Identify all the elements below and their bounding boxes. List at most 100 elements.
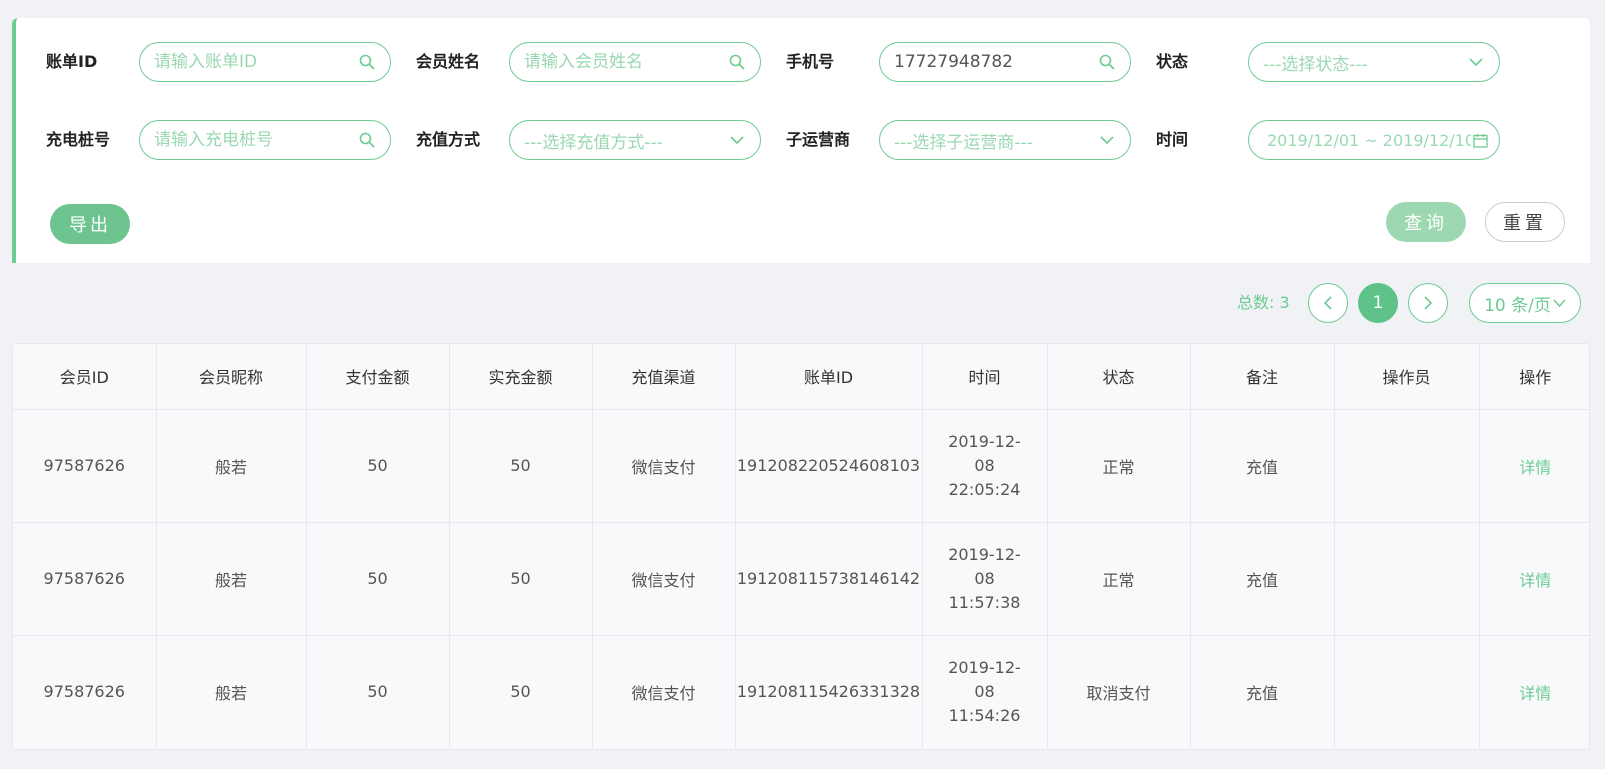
recharge-method-label: 充值方式 — [416, 130, 481, 149]
total-count-label: 总数: — [1237, 293, 1275, 312]
cell-member-id: 97587626 — [13, 409, 157, 522]
bill-id-label: 账单ID — [46, 52, 98, 71]
details-link[interactable]: 详情 — [1519, 458, 1551, 477]
cell-actual-amount: 50 — [449, 522, 593, 635]
sub-operator-select[interactable]: ---选择子运营商--- — [879, 120, 1131, 160]
col-header-operator: 操作员 — [1334, 344, 1480, 410]
cell-remark: 充值 — [1190, 635, 1335, 748]
bill-id-field[interactable] — [139, 42, 391, 82]
next-page-button[interactable] — [1408, 283, 1448, 323]
cell-time-day: 08 — [974, 455, 995, 475]
member-name-field[interactable] — [509, 42, 761, 82]
details-link[interactable]: 详情 — [1519, 571, 1551, 590]
chevron-down-icon — [1553, 298, 1566, 307]
chevron-right-icon — [1424, 296, 1433, 310]
cell-time-day: 08 — [974, 568, 995, 588]
cell-pay-amount: 50 — [306, 409, 450, 522]
query-button[interactable]: 查询 — [1386, 202, 1466, 242]
col-header-action: 操作 — [1479, 344, 1589, 410]
chevron-down-icon[interactable] — [1467, 53, 1485, 71]
chevron-down-icon[interactable] — [1098, 131, 1116, 149]
cell-member-id: 97587626 — [13, 522, 157, 635]
details-link[interactable]: 详情 — [1519, 684, 1551, 703]
cell-time-day: 08 — [974, 681, 995, 701]
cell-remark: 充值 — [1190, 409, 1335, 522]
status-select[interactable]: ---选择状态--- — [1248, 42, 1500, 82]
cell-channel: 微信支付 — [592, 635, 736, 748]
recharge-method-select[interactable]: ---选择充值方式--- — [509, 120, 761, 160]
cell-time: 2019-12- 08 11:54:26 — [922, 635, 1048, 748]
phone-field[interactable] — [879, 42, 1131, 82]
pile-number-input[interactable] — [154, 130, 358, 150]
table-row: 97587626 般若 50 50 微信支付 19120811573814614… — [13, 522, 1589, 635]
bill-id-input[interactable] — [154, 52, 358, 72]
page-size-select[interactable]: 10 条/页 — [1469, 283, 1581, 323]
search-icon[interactable] — [358, 53, 376, 71]
cell-nickname: 般若 — [156, 635, 307, 748]
sub-operator-placeholder: ---选择子运营商--- — [894, 132, 1033, 153]
search-icon[interactable] — [358, 131, 376, 149]
total-count: 总数: 3 — [1237, 293, 1290, 313]
member-name-input[interactable] — [524, 52, 728, 72]
cell-time-clock: 22:05:24 — [948, 479, 1021, 499]
member-name-label: 会员姓名 — [416, 52, 481, 71]
page-1-button[interactable]: 1 — [1358, 283, 1398, 323]
col-header-member-id: 会员ID — [13, 344, 157, 410]
cell-status: 取消支付 — [1047, 635, 1191, 748]
status-label: 状态 — [1156, 52, 1189, 71]
cell-time-date: 2019-12- — [948, 431, 1021, 451]
cell-time-date: 2019-12- — [948, 544, 1021, 564]
cell-bill-id: 191208115426331328 — [735, 635, 923, 748]
calendar-icon[interactable] — [1471, 131, 1489, 149]
col-header-pay-amount: 支付金额 — [306, 344, 450, 410]
cell-channel: 微信支付 — [592, 409, 736, 522]
total-count-value: 3 — [1279, 293, 1290, 312]
table-row: 97587626 般若 50 50 微信支付 19120811542633132… — [13, 635, 1589, 748]
cell-remark: 充值 — [1190, 522, 1335, 635]
filter-panel: 账单ID 会员姓名 手机号 状态 ---选择状态--- 充电桩号 充值方式 — [12, 18, 1590, 263]
cell-time-clock: 11:54:26 — [948, 705, 1021, 725]
pile-number-label: 充电桩号 — [46, 130, 111, 149]
phone-input[interactable] — [894, 52, 1098, 72]
pile-number-field[interactable] — [139, 120, 391, 160]
phone-label: 手机号 — [786, 52, 835, 71]
table-header-row: 会员ID 会员昵称 支付金额 实充金额 充值渠道 账单ID 时间 状态 备注 操… — [13, 344, 1589, 410]
export-button[interactable]: 导出 — [50, 204, 130, 244]
reset-button[interactable]: 重置 — [1485, 202, 1565, 242]
cell-time-clock: 11:57:38 — [948, 592, 1021, 612]
prev-page-button[interactable] — [1308, 283, 1348, 323]
cell-actual-amount: 50 — [449, 635, 593, 748]
date-range-picker[interactable]: 2019/12/01 ~ 2019/12/10 — [1248, 120, 1500, 160]
chevron-left-icon — [1323, 296, 1332, 310]
col-header-bill-id: 账单ID — [735, 344, 923, 410]
cell-status: 正常 — [1047, 409, 1191, 522]
cell-pay-amount: 50 — [306, 635, 450, 748]
cell-action: 详情 — [1479, 522, 1589, 635]
cell-action: 详情 — [1479, 409, 1589, 522]
col-header-status: 状态 — [1047, 344, 1191, 410]
records-table: 会员ID 会员昵称 支付金额 实充金额 充值渠道 账单ID 时间 状态 备注 操… — [12, 343, 1590, 750]
page-size-value: 10 条/页 — [1484, 295, 1551, 316]
status-select-placeholder: ---选择状态--- — [1263, 54, 1368, 75]
recharge-method-placeholder: ---选择充值方式--- — [524, 132, 663, 153]
cell-time: 2019-12- 08 11:57:38 — [922, 522, 1048, 635]
cell-action: 详情 — [1479, 635, 1589, 748]
col-header-nickname: 会员昵称 — [156, 344, 307, 410]
col-header-remark: 备注 — [1190, 344, 1335, 410]
chevron-down-icon[interactable] — [728, 131, 746, 149]
cell-time-date: 2019-12- — [948, 657, 1021, 677]
col-header-actual-amount: 实充金额 — [449, 344, 593, 410]
cell-operator — [1334, 635, 1480, 748]
cell-pay-amount: 50 — [306, 522, 450, 635]
col-header-time: 时间 — [922, 344, 1048, 410]
col-header-channel: 充值渠道 — [592, 344, 736, 410]
cell-bill-id: 191208220524608103 — [735, 409, 923, 522]
cell-nickname: 般若 — [156, 522, 307, 635]
search-icon[interactable] — [728, 53, 746, 71]
cell-status: 正常 — [1047, 522, 1191, 635]
cell-operator — [1334, 409, 1480, 522]
cell-time: 2019-12- 08 22:05:24 — [922, 409, 1048, 522]
cell-nickname: 般若 — [156, 409, 307, 522]
time-label: 时间 — [1156, 130, 1189, 149]
search-icon[interactable] — [1098, 53, 1116, 71]
